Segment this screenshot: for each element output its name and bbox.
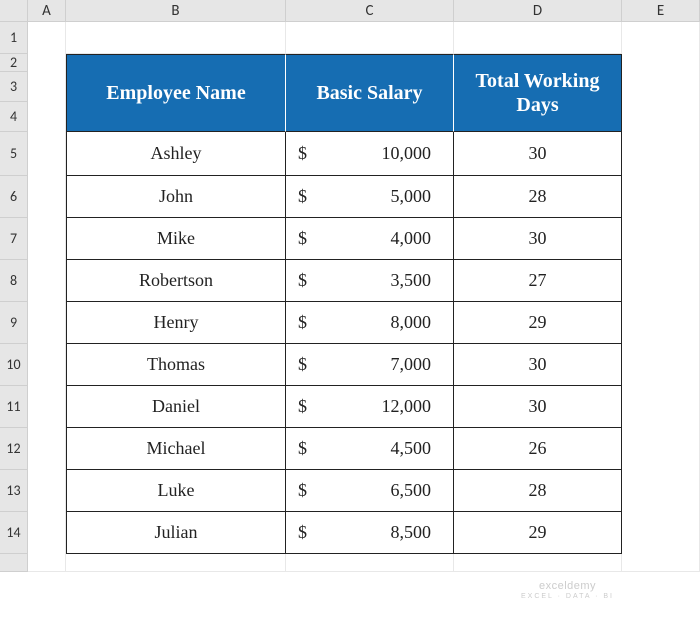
col-header-C[interactable]: C bbox=[286, 0, 454, 22]
salary-value: 5,000 bbox=[391, 186, 432, 207]
salary-value: 3,500 bbox=[391, 270, 432, 291]
cell-salary-3[interactable]: $3,500 bbox=[286, 260, 454, 302]
row-header-10[interactable]: 10 bbox=[0, 344, 28, 386]
currency-icon: $ bbox=[296, 186, 307, 207]
th-basic-salary[interactable]: Basic Salary bbox=[286, 54, 454, 132]
watermark-main: exceldemy bbox=[521, 580, 614, 593]
cell-D15[interactable] bbox=[454, 554, 622, 572]
cell-D1[interactable] bbox=[454, 22, 622, 54]
cell-days-8[interactable]: 28 bbox=[454, 470, 622, 512]
row-header-6[interactable]: 6 bbox=[0, 176, 28, 218]
cell-days-0[interactable]: 30 bbox=[454, 132, 622, 176]
cell-C15[interactable] bbox=[286, 554, 454, 572]
row-header-2[interactable]: 2 bbox=[0, 54, 28, 72]
cell-B15[interactable] bbox=[66, 554, 286, 572]
cell-days-1[interactable]: 28 bbox=[454, 176, 622, 218]
cell-salary-9[interactable]: $8,500 bbox=[286, 512, 454, 554]
cell-salary-4[interactable]: $8,000 bbox=[286, 302, 454, 344]
cell-name-1[interactable]: John bbox=[66, 176, 286, 218]
col-header-B[interactable]: B bbox=[66, 0, 286, 22]
salary-value: 4,500 bbox=[391, 438, 432, 459]
currency-icon: $ bbox=[296, 354, 307, 375]
salary-value: 7,000 bbox=[391, 354, 432, 375]
currency-icon: $ bbox=[296, 480, 307, 501]
col-header-D[interactable]: D bbox=[454, 0, 622, 22]
cell-days-3[interactable]: 27 bbox=[454, 260, 622, 302]
row-header-3[interactable]: 3 bbox=[0, 72, 28, 102]
currency-icon: $ bbox=[296, 143, 307, 164]
cell-name-2[interactable]: Mike bbox=[66, 218, 286, 260]
cell-days-7[interactable]: 26 bbox=[454, 428, 622, 470]
currency-icon: $ bbox=[296, 270, 307, 291]
row-header-1[interactable]: 1 bbox=[0, 22, 28, 54]
cell-salary-5[interactable]: $7,000 bbox=[286, 344, 454, 386]
cell-salary-7[interactable]: $4,500 bbox=[286, 428, 454, 470]
cell-name-9[interactable]: Julian bbox=[66, 512, 286, 554]
cell-name-6[interactable]: Daniel bbox=[66, 386, 286, 428]
currency-icon: $ bbox=[296, 228, 307, 249]
row-header-7[interactable]: 7 bbox=[0, 218, 28, 260]
salary-value: 10,000 bbox=[382, 143, 432, 164]
cell-salary-0[interactable]: $10,000 bbox=[286, 132, 454, 176]
row-header-5[interactable]: 5 bbox=[0, 132, 28, 176]
cell-days-6[interactable]: 30 bbox=[454, 386, 622, 428]
watermark: exceldemy EXCEL · DATA · BI bbox=[521, 580, 614, 602]
row-header-11[interactable]: 11 bbox=[0, 386, 28, 428]
salary-value: 8,000 bbox=[391, 312, 432, 333]
cell-name-0[interactable]: Ashley bbox=[66, 132, 286, 176]
watermark-sub: EXCEL · DATA · BI bbox=[521, 593, 614, 601]
currency-icon: $ bbox=[296, 396, 307, 417]
salary-value: 4,000 bbox=[391, 228, 432, 249]
row-header-12[interactable]: 12 bbox=[0, 428, 28, 470]
col-header-A[interactable]: A bbox=[28, 0, 66, 22]
row-header-8[interactable]: 8 bbox=[0, 260, 28, 302]
row-header-14[interactable]: 14 bbox=[0, 512, 28, 554]
cell-salary-1[interactable]: $5,000 bbox=[286, 176, 454, 218]
cell-C1[interactable] bbox=[286, 22, 454, 54]
cell-name-8[interactable]: Luke bbox=[66, 470, 286, 512]
cell-name-4[interactable]: Henry bbox=[66, 302, 286, 344]
cell-salary-6[interactable]: $12,000 bbox=[286, 386, 454, 428]
cell-days-9[interactable]: 29 bbox=[454, 512, 622, 554]
select-all-corner[interactable] bbox=[0, 0, 28, 22]
cell-days-4[interactable]: 29 bbox=[454, 302, 622, 344]
cell-B1[interactable] bbox=[66, 22, 286, 54]
row-header-4[interactable]: 4 bbox=[0, 102, 28, 132]
cell-A1[interactable] bbox=[28, 22, 66, 572]
currency-icon: $ bbox=[296, 438, 307, 459]
row-header-13[interactable]: 13 bbox=[0, 470, 28, 512]
cell-days-5[interactable]: 30 bbox=[454, 344, 622, 386]
th-employee-name[interactable]: Employee Name bbox=[66, 54, 286, 132]
currency-icon: $ bbox=[296, 312, 307, 333]
cell-name-7[interactable]: Michael bbox=[66, 428, 286, 470]
cell-name-5[interactable]: Thomas bbox=[66, 344, 286, 386]
cell-days-2[interactable]: 30 bbox=[454, 218, 622, 260]
cell-E1[interactable] bbox=[622, 22, 700, 572]
row-header-9[interactable]: 9 bbox=[0, 302, 28, 344]
cell-salary-8[interactable]: $6,500 bbox=[286, 470, 454, 512]
cell-name-3[interactable]: Robertson bbox=[66, 260, 286, 302]
salary-value: 8,500 bbox=[391, 522, 432, 543]
currency-icon: $ bbox=[296, 522, 307, 543]
col-header-E[interactable]: E bbox=[622, 0, 700, 22]
spreadsheet-grid: A B C D E 1 2 3 4 5 6 7 8 9 10 11 12 13 … bbox=[0, 0, 700, 572]
salary-value: 6,500 bbox=[391, 480, 432, 501]
row-header-blank[interactable] bbox=[0, 554, 28, 572]
cell-salary-2[interactable]: $4,000 bbox=[286, 218, 454, 260]
salary-value: 12,000 bbox=[382, 396, 432, 417]
th-total-working-days[interactable]: Total Working Days bbox=[454, 54, 622, 132]
